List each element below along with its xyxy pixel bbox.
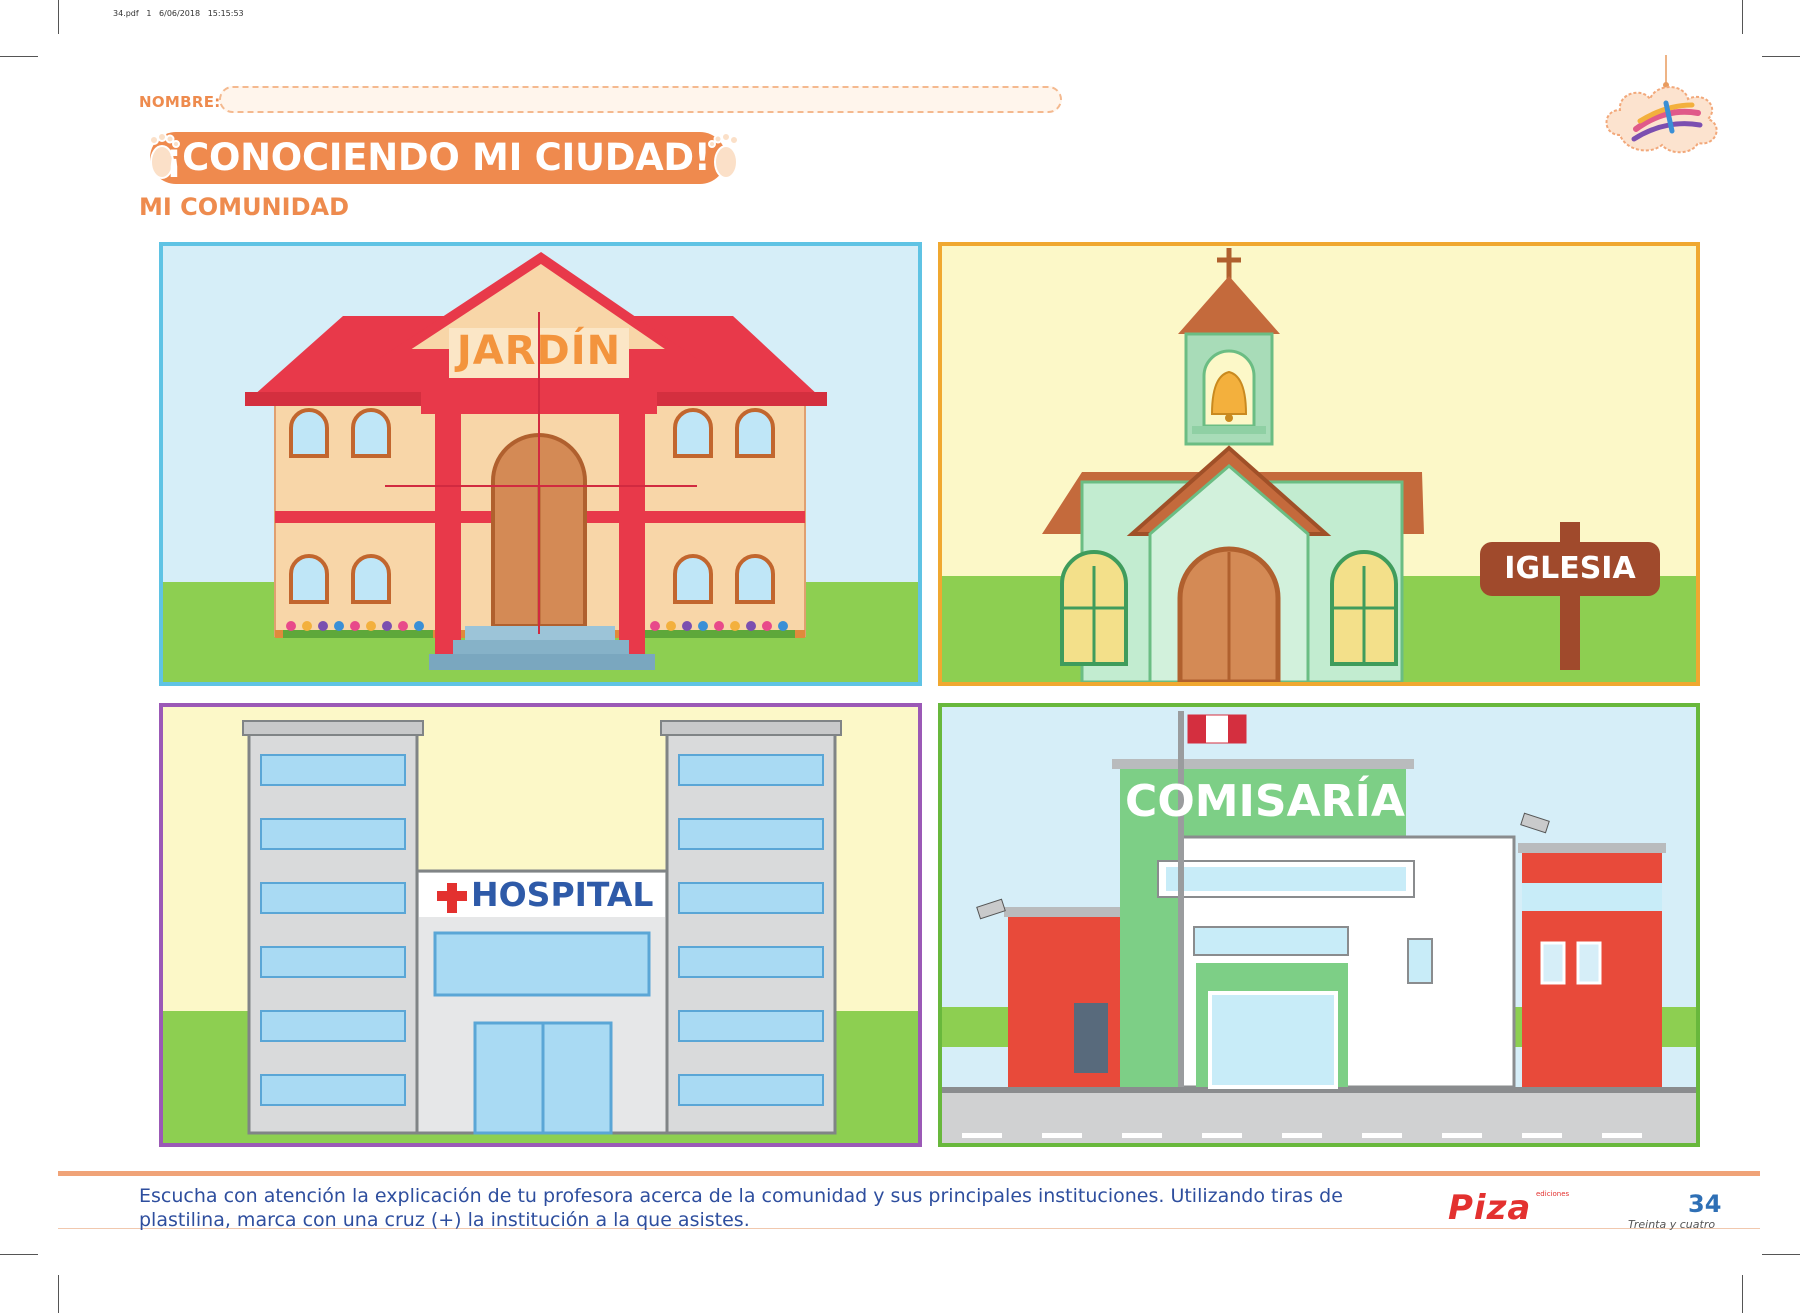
iglesia-sign: IGLESIA	[1504, 551, 1636, 586]
cloud-logo-icon	[1605, 55, 1718, 154]
crop-mark	[1742, 0, 1743, 34]
print-meta: 34.pdf 1 6/06/2018 15:15:53	[113, 9, 244, 18]
page-number: 34	[1688, 1190, 1722, 1218]
comisaria-sign: COMISARÍA	[1125, 776, 1405, 827]
brand-name: Piza	[1448, 1188, 1532, 1228]
crop-mark	[1762, 56, 1800, 57]
hospital-sign: HOSPITAL	[471, 875, 654, 914]
jardin-sign: JARDÍN	[456, 328, 622, 374]
brand-small: ediciones	[1536, 1190, 1570, 1198]
crop-mark	[1742, 1275, 1743, 1313]
page-subtitle: MI COMUNIDAD	[139, 193, 349, 221]
page-title: ¡CONOCIENDO MI CIUDAD!	[165, 136, 711, 179]
church-illustration	[942, 248, 1696, 682]
crop-mark	[0, 1254, 38, 1255]
crop-mark	[0, 56, 38, 57]
panel-hospital[interactable]: HOSPITAL	[159, 703, 922, 1147]
instructions-text: Escucha con atención la explicación de t…	[139, 1185, 1343, 1231]
kindergarten-illustration	[163, 251, 918, 682]
name-label: NOMBRE:	[139, 93, 221, 111]
name-field[interactable]	[219, 86, 1062, 113]
hospital-illustration	[163, 720, 918, 1143]
crop-mark	[58, 1275, 59, 1313]
panel-iglesia[interactable]: IGLESIA	[938, 242, 1700, 686]
panel-jardin[interactable]: JARDÍN	[159, 242, 922, 686]
crop-mark	[1762, 1254, 1800, 1255]
page-number-words: Treinta y cuatro	[1628, 1218, 1716, 1231]
footer-divider	[58, 1171, 1760, 1176]
panel-comisaria[interactable]: COMISARÍA	[938, 703, 1700, 1147]
brand-logo: ediciones Piza	[1448, 1188, 1569, 1228]
crop-mark	[58, 0, 59, 34]
